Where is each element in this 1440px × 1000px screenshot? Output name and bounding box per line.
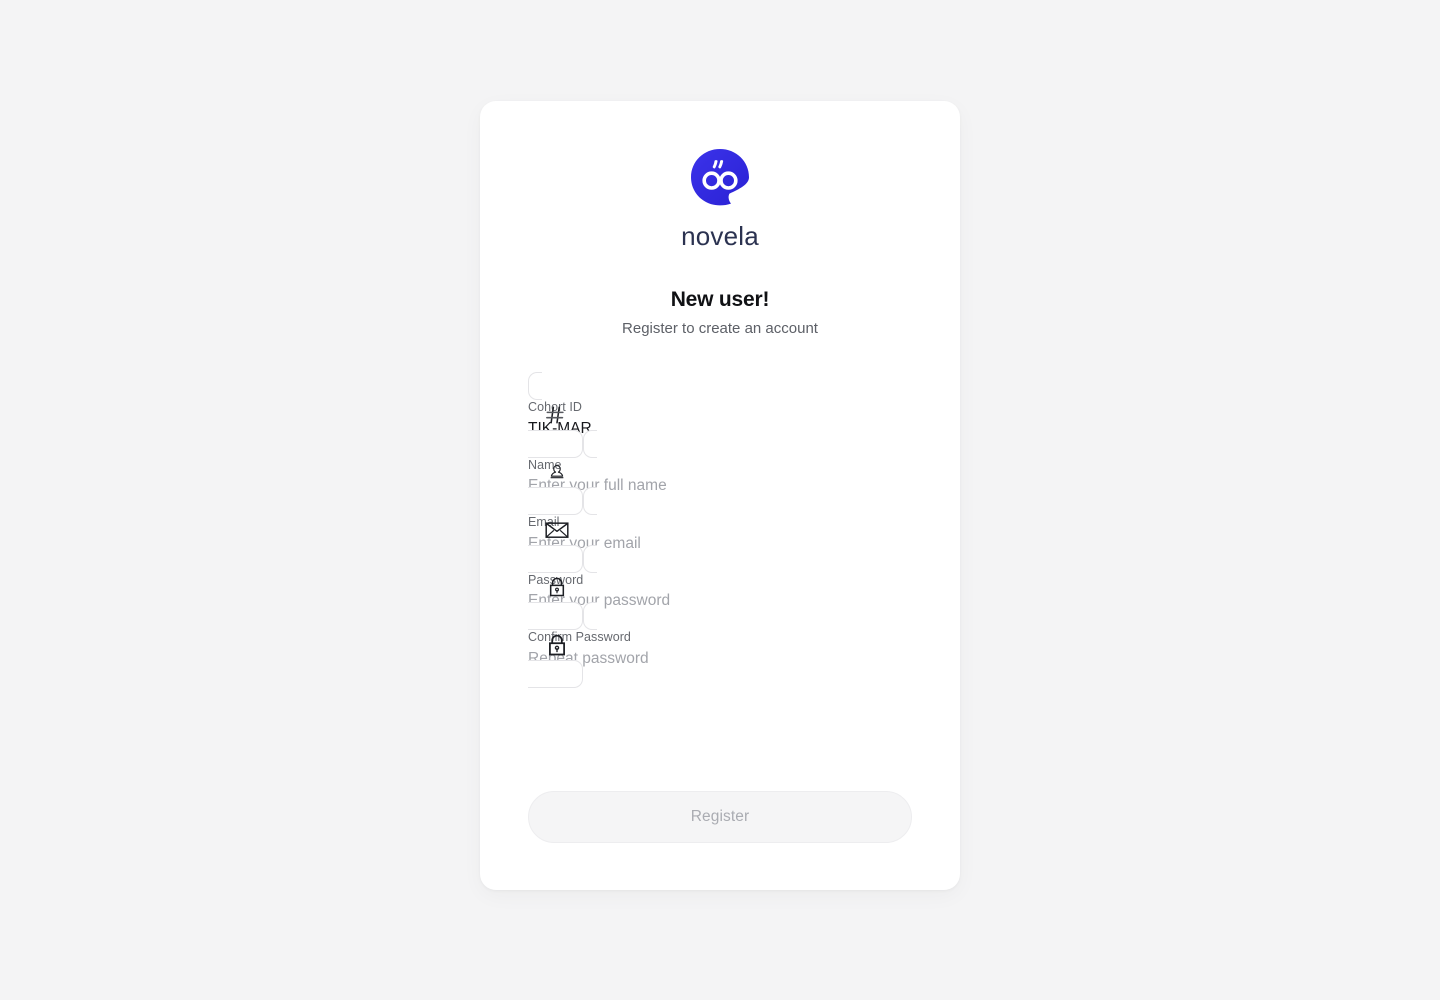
field-label-password: Password bbox=[528, 572, 584, 587]
lock-icon bbox=[544, 574, 570, 600]
field-confirm-password[interactable]: Confirm Password bbox=[528, 602, 912, 688]
submit-area: Register bbox=[528, 791, 912, 843]
registration-card: novela New user! Register to create an a… bbox=[480, 101, 960, 890]
page-subtitle: Register to create an account bbox=[622, 320, 818, 338]
registration-page: novela New user! Register to create an a… bbox=[0, 0, 1440, 1000]
person-icon bbox=[544, 459, 570, 485]
lock-icon bbox=[544, 632, 570, 658]
register-button[interactable]: Register bbox=[528, 791, 912, 843]
field-label-name: Name bbox=[528, 457, 562, 472]
registration-form: Cohort ID Name bbox=[528, 372, 912, 688]
heading-block: New user! Register to create an account bbox=[480, 287, 960, 338]
envelope-icon bbox=[544, 517, 570, 543]
brand-block: novela bbox=[480, 147, 960, 249]
page-title: New user! bbox=[670, 288, 770, 311]
speech-bubble-quote-logo-icon bbox=[691, 149, 749, 206]
brand-wordmark: novela bbox=[681, 221, 759, 251]
field-label-cohort-id: Cohort ID bbox=[528, 400, 582, 414]
field-label-email: Email bbox=[528, 515, 560, 530]
hash-icon bbox=[542, 402, 568, 428]
confirm-password-input[interactable] bbox=[528, 648, 912, 670]
field-label-confirm-password: Confirm Password bbox=[528, 630, 631, 645]
